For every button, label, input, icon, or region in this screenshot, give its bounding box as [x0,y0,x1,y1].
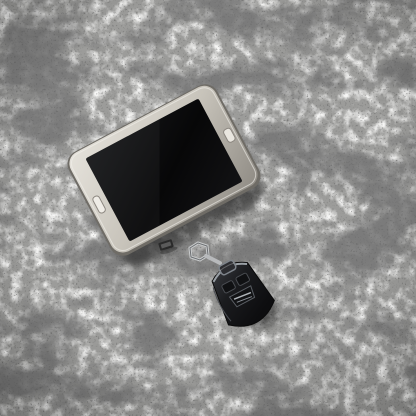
photo-canvas [0,0,416,416]
photo-scene [0,0,416,416]
